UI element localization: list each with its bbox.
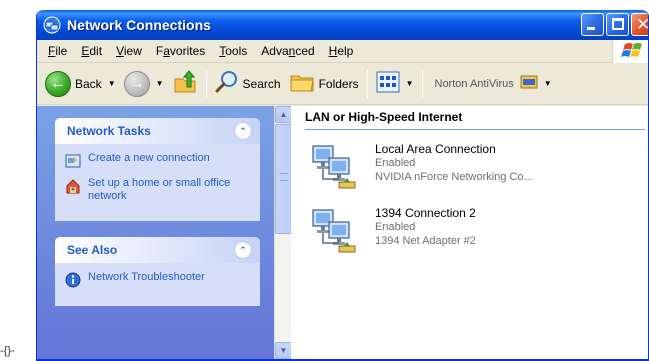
home-network-icon: [65, 178, 81, 194]
views-icon: [376, 71, 400, 96]
task-create-connection-label[interactable]: Create a new connection: [88, 152, 210, 165]
views-dropdown-icon[interactable]: ▼: [406, 79, 414, 88]
back-label: Back: [75, 76, 102, 91]
network-tasks-panel: Network Tasks ⌃ Create a new connection: [55, 118, 260, 221]
connections-view: LAN or High-Speed Internet Local Area Co…: [291, 106, 648, 359]
menu-edit[interactable]: Edit: [74, 44, 109, 58]
search-button[interactable]: Search: [211, 68, 285, 100]
see-also-panel: See Also ⌃ Network Troubleshooter: [55, 237, 260, 306]
connection-item[interactable]: 1394 Connection 2 Enabled 1394 Net Adapt…: [311, 206, 648, 256]
norton-icon: [520, 73, 538, 94]
forward-dropdown-icon[interactable]: ▼: [156, 79, 164, 88]
network-connections-icon: [43, 16, 61, 34]
forward-arrow-icon: →: [123, 70, 150, 97]
info-icon: [65, 272, 81, 288]
menu-favorites[interactable]: Favorites: [149, 44, 212, 58]
up-folder-button[interactable]: [168, 68, 202, 100]
network-connection-icon: [311, 142, 363, 192]
menu-view[interactable]: View: [109, 44, 149, 58]
scroll-up-icon[interactable]: ▲: [275, 106, 292, 123]
network-connection-icon: [311, 206, 363, 256]
connection-name: 1394 Connection 2: [375, 206, 476, 220]
window-body: Network Tasks ⌃ Create a new connection: [37, 106, 648, 359]
connection-item[interactable]: Local Area Connection Enabled NVIDIA nFo…: [311, 142, 648, 192]
connection-device: NVIDIA nForce Networking Co...: [375, 171, 533, 183]
scrollbar-thumb[interactable]: [275, 124, 292, 234]
back-arrow-icon: ←: [45, 70, 71, 97]
new-connection-icon: [65, 153, 81, 169]
toolbar-separator: [421, 69, 423, 98]
connection-name: Local Area Connection: [375, 142, 496, 156]
connection-status: Enabled: [375, 157, 416, 169]
folders-label: Folders: [318, 76, 359, 91]
group-header: LAN or High-Speed Internet: [305, 106, 645, 130]
task-home-network[interactable]: Set up a home or small office network: [65, 177, 250, 203]
menu-bar: File Edit View Favorites Tools Advanced …: [37, 40, 648, 63]
minimize-icon: [587, 27, 595, 30]
network-tasks-title: Network Tasks: [67, 124, 151, 138]
see-also-title: See Also: [67, 243, 118, 257]
close-button[interactable]: ✕: [631, 13, 649, 36]
title-bar[interactable]: Network Connections ✕: [37, 10, 648, 40]
network-connections-window: Network Connections ✕ File Edit View Fav…: [36, 10, 649, 361]
back-dropdown-icon[interactable]: ▼: [108, 79, 116, 88]
norton-label: Norton AntiVirus: [434, 77, 514, 90]
task-network-troubleshooter-label[interactable]: Network Troubleshooter: [88, 271, 205, 284]
search-icon: [215, 70, 239, 97]
task-network-troubleshooter[interactable]: Network Troubleshooter: [65, 271, 250, 288]
menu-help[interactable]: Help: [322, 44, 361, 58]
task-home-network-label[interactable]: Set up a home or small office network: [88, 177, 250, 203]
forward-button[interactable]: → ▼: [120, 68, 168, 100]
menu-tools[interactable]: Tools: [212, 44, 254, 58]
menu-file[interactable]: File: [41, 44, 74, 58]
see-also-header[interactable]: See Also ⌃: [55, 237, 260, 263]
task-pane: Network Tasks ⌃ Create a new connection: [37, 106, 274, 359]
toolbar-separator: [205, 69, 207, 98]
maximize-icon: [612, 18, 624, 30]
folders-button[interactable]: Folders: [285, 68, 363, 100]
task-create-connection[interactable]: Create a new connection: [65, 152, 250, 169]
close-icon: ✕: [636, 15, 649, 34]
menu-advanced[interactable]: Advanced: [254, 44, 321, 58]
toolbar: ← Back ▼ → ▼ Search Folders ▼ Norton Ant…: [37, 63, 648, 105]
folders-icon: [289, 70, 315, 97]
stray-text: -{}-: [0, 345, 15, 357]
back-button[interactable]: ← Back ▼: [41, 68, 120, 100]
minimize-button[interactable]: [581, 13, 604, 36]
connection-status: Enabled: [375, 221, 416, 233]
norton-antivirus-button[interactable]: Norton AntiVirus ▼: [427, 68, 556, 100]
windows-logo-icon: [612, 40, 648, 63]
toolbar-separator: [366, 69, 368, 98]
network-tasks-header[interactable]: Network Tasks ⌃: [55, 118, 260, 144]
scroll-down-icon[interactable]: ▼: [275, 342, 292, 359]
task-pane-scrollbar[interactable]: ▲ ▼: [274, 106, 292, 359]
collapse-chevron-icon[interactable]: ⌃: [234, 241, 252, 259]
connection-device: 1394 Net Adapter #2: [375, 235, 476, 247]
maximize-button[interactable]: [606, 13, 629, 36]
up-folder-icon: [172, 69, 198, 98]
views-button[interactable]: ▼: [372, 68, 418, 100]
collapse-chevron-icon[interactable]: ⌃: [234, 122, 252, 140]
scrollbar-grip-icon: [280, 173, 288, 181]
window-title: Network Connections: [67, 17, 211, 33]
search-label: Search: [242, 76, 281, 91]
norton-dropdown-icon[interactable]: ▼: [544, 79, 552, 88]
